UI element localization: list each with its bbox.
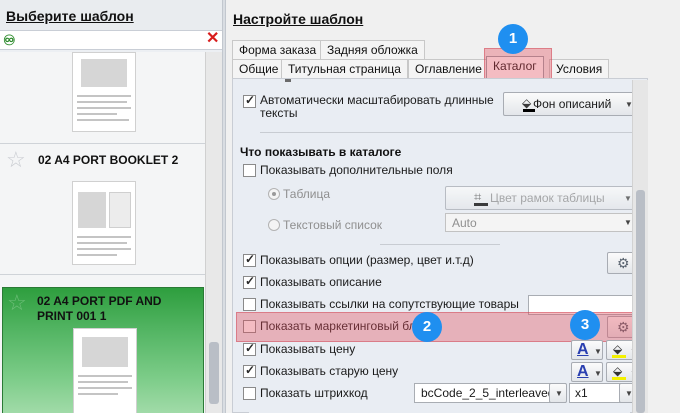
- scrollbar-thumb[interactable]: [636, 190, 645, 413]
- template-thumbnail: [73, 328, 137, 413]
- template-search-row: ♾ ✕: [0, 30, 222, 50]
- section-title: Что показывать в каталоге: [240, 145, 402, 159]
- step-badge: 1: [498, 24, 528, 54]
- show-description-checkbox[interactable]: [243, 274, 256, 289]
- template-picker-title: Выберите шаблон: [6, 8, 134, 24]
- radio-table[interactable]: [268, 188, 280, 200]
- table-border-color-label: Цвет рамок таблицы: [490, 191, 605, 205]
- paint-bucket-icon: ⬙: [613, 364, 623, 378]
- description-background-button[interactable]: ⬙ Фон описаний ▼: [503, 92, 637, 116]
- related-links-label: Показывать ссылки на сопутствующие товар…: [260, 297, 519, 311]
- template-picker-header: Выберите шаблон: [0, 0, 222, 30]
- chevron-down-icon: ▼: [555, 389, 563, 398]
- separator: [260, 132, 632, 133]
- description-background-label: Фон описаний: [533, 97, 612, 111]
- favorite-star-icon[interactable]: ☆: [6, 149, 26, 171]
- radio-table-label: Таблица: [283, 187, 331, 201]
- template-list[interactable]: ☆ 02 A4 PORT BOOKLET 2 ☆ 02 A4 PORT PDF …: [0, 52, 205, 413]
- step-badge: 2: [412, 312, 442, 342]
- auto-scale-checkbox[interactable]: [243, 93, 256, 108]
- barcode-type-dropdown-button[interactable]: ▼: [549, 383, 567, 403]
- tab-back-cover[interactable]: Задняя обложка: [320, 40, 425, 59]
- separator: [380, 244, 500, 245]
- show-barcode-checkbox[interactable]: [243, 387, 256, 400]
- template-name: 02 A4 PORT BOOKLET 2: [38, 153, 179, 167]
- tab-order-form[interactable]: Форма заказа: [232, 40, 324, 59]
- radio-text-list-label: Текстовый список: [283, 218, 383, 232]
- template-item-selected[interactable]: ☆ 02 A4 PORT PDF AND PRINT 001 1: [2, 287, 204, 413]
- show-options-label: Показывать опции (размер, цвет и.т.д): [260, 253, 474, 267]
- paint-bucket-icon: ⬙: [613, 342, 623, 356]
- price-font-color-button[interactable]: A ▼: [571, 340, 603, 360]
- font-color-icon: A: [577, 341, 589, 358]
- tab-contents[interactable]: Оглавление: [408, 59, 489, 78]
- table-border-color-button[interactable]: ⌗ Цвет рамок таблицы ▼: [445, 186, 637, 210]
- radio-text-list[interactable]: [268, 219, 280, 231]
- template-thumbnail: [72, 181, 136, 265]
- chevron-down-icon: ▼: [624, 194, 632, 203]
- old-price-font-color-button[interactable]: A ▼: [571, 362, 603, 382]
- show-barcode-label: Показать штрихкод: [260, 386, 368, 400]
- auto-scale-label: Автоматически масштабировать длинные тек…: [260, 93, 494, 120]
- related-links-checkbox[interactable]: [243, 298, 256, 311]
- template-item[interactable]: [0, 52, 205, 144]
- show-price-label: Показывать цену: [260, 342, 356, 356]
- tab-conditions[interactable]: Условия: [549, 59, 610, 78]
- template-name: 02 A4 PORT PDF AND PRINT 001 1: [37, 294, 162, 323]
- image-placeholder-icon: [81, 59, 127, 87]
- template-item[interactable]: ☆ 02 A4 PORT BOOKLET 2: [0, 145, 205, 275]
- settings-scrollbar[interactable]: [632, 80, 648, 413]
- template-list-scrollbar[interactable]: [205, 52, 222, 413]
- binoculars-icon: ♾: [3, 32, 16, 48]
- step-badge: 3: [570, 310, 600, 340]
- clear-search-icon[interactable]: ✕: [206, 30, 219, 48]
- text-list-select-value: Auto: [452, 216, 477, 230]
- font-color-icon: A: [577, 363, 589, 380]
- show-old-price-checkbox[interactable]: [243, 363, 256, 378]
- image-placeholder-icon: [82, 337, 128, 367]
- chevron-down-icon: ▼: [594, 369, 602, 378]
- favorite-star-icon[interactable]: ☆: [7, 292, 27, 314]
- settings-title: Настройте шаблон: [233, 11, 364, 27]
- chevron-down-icon: ▼: [624, 218, 632, 227]
- template-search-input[interactable]: [20, 32, 200, 48]
- scrollbar-thumb[interactable]: [209, 342, 219, 404]
- extra-fields-checkbox[interactable]: [243, 164, 256, 177]
- show-options-checkbox[interactable]: [243, 252, 256, 267]
- show-old-price-label: Показывать старую цену: [260, 364, 399, 378]
- chevron-down-icon: ▼: [594, 347, 602, 356]
- barcode-type-select[interactable]: bcCode_2_5_interleaved: [414, 383, 566, 403]
- barcode-type-value: bcCode_2_5_interleaved: [421, 386, 555, 400]
- extra-fields-label: Показывать дополнительные поля: [260, 163, 453, 177]
- gear-icon: ⚙: [617, 255, 630, 271]
- tab-title-page[interactable]: Титульная страница: [281, 59, 408, 78]
- barcode-scale-value: x1: [575, 386, 588, 400]
- show-description-label: Показывать описание: [260, 275, 382, 289]
- tab-general[interactable]: Общие: [232, 59, 286, 78]
- text-list-select[interactable]: Auto ▼: [445, 213, 637, 232]
- paint-bucket-icon: ⬙: [522, 96, 532, 110]
- image-placeholder-icon: [78, 192, 106, 228]
- template-thumbnail: [72, 52, 136, 132]
- show-price-checkbox[interactable]: [243, 341, 256, 356]
